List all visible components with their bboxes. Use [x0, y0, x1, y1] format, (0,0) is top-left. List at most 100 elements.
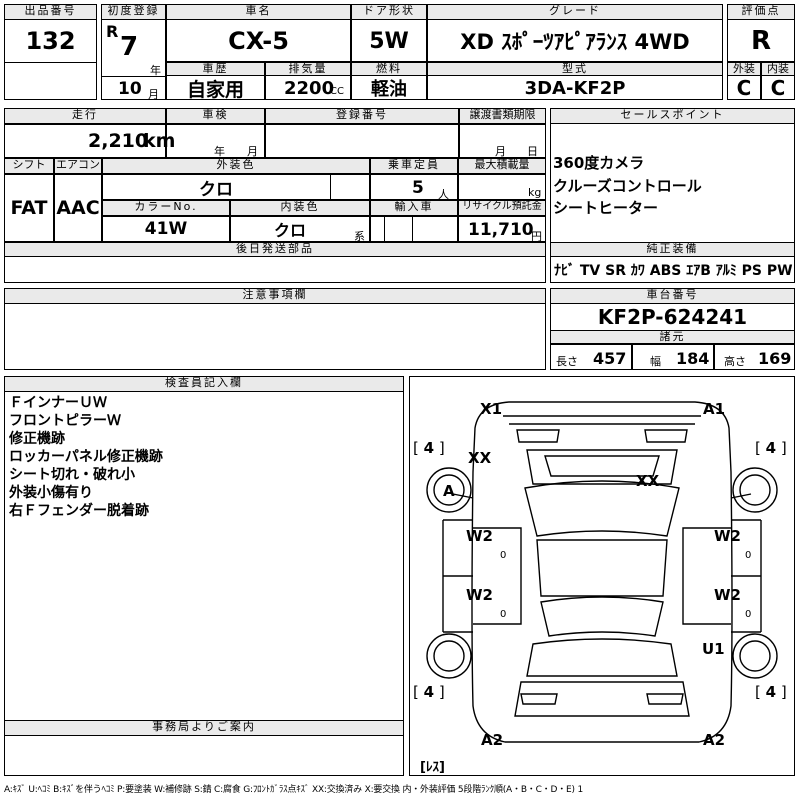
equipment-item: SR [605, 263, 627, 279]
int-color-label: 内装色 [230, 200, 370, 216]
equipment-item: ﾅﾋﾞ [554, 263, 575, 279]
mark-a2-left: A2 [481, 731, 504, 749]
ac-label: エアコン [54, 158, 102, 174]
score: R [750, 26, 772, 56]
inspector-line: ロッカーパネル修正機跡 [9, 449, 163, 465]
later-parts-label: 後日発送部品 [4, 242, 546, 257]
zero-mark: 0 [745, 609, 752, 620]
tire-bracket-fr: [ 4 ] [755, 439, 787, 457]
int-grade-label: 内装 [761, 62, 795, 76]
office-label: 事務局よりご案内 [4, 720, 404, 736]
dims-label: 諸元 [550, 330, 795, 344]
load-unit: kg [528, 186, 542, 199]
mark-xx-center: XX [636, 472, 660, 490]
color-no: 41W [144, 219, 188, 239]
sales-point: 360度カメラ [553, 154, 645, 172]
transfer-day-unit: 日 [527, 145, 538, 158]
reg-year: 7 [120, 32, 139, 62]
mark-xx-left: XX [468, 449, 492, 467]
sales-point: シートヒーター [553, 199, 659, 217]
lot-empty [4, 62, 97, 100]
equipment-label: 純正装備 [550, 242, 795, 257]
displacement-label: 排気量 [265, 62, 351, 76]
ac: AAC [56, 197, 100, 219]
history: 自家用 [186, 78, 244, 101]
equipment-item: TV [579, 263, 601, 279]
tire-bracket-rr: [ 4 ] [755, 683, 787, 701]
era: R [106, 22, 119, 41]
mark-u1: U1 [702, 640, 725, 658]
tire-rl: 4 [423, 683, 435, 701]
inspector-line: ＦインナーＵＷ [9, 395, 107, 411]
import-sub [384, 216, 413, 242]
height: 169 [758, 349, 792, 368]
inspector-line: 修正機跡 [9, 431, 65, 447]
equipment-item: ｱﾙﾐ [715, 263, 737, 279]
ext-grade-label: 外装 [727, 62, 761, 76]
color-no-label: カラーNo. [102, 200, 230, 216]
inspector-line: フロントピラーＷ [9, 413, 121, 429]
sales-point: クルーズコントロール [553, 177, 702, 195]
month-unit: 月 [148, 88, 159, 101]
equipment-item: ｴｱB [686, 263, 711, 279]
capacity-label: 乗車定員 [370, 158, 458, 174]
model: 3DA-KF2P [524, 77, 626, 99]
sales-label: セールスポイント [550, 108, 795, 124]
ext-color-sub [330, 174, 370, 200]
insp-year-unit: 年 [214, 145, 225, 158]
ext-color-label: 外装色 [102, 158, 370, 174]
mark-a1: A1 [703, 400, 726, 418]
lot-number: 132 [25, 27, 76, 55]
lot-label: 出品番号 [4, 4, 97, 20]
tire-bracket-fl: [ 4 ] [413, 439, 445, 457]
zero-mark: 0 [500, 609, 507, 620]
reg-no-label: 登録番号 [265, 108, 459, 124]
spare-tire: [ﾚｽ] [420, 760, 445, 775]
tire-rr: 4 [765, 683, 777, 701]
length: 457 [593, 349, 627, 368]
transfer-label: 譲渡書類期限 [459, 108, 546, 124]
inspector-notes: ＦインナーＵＷ フロントピラーＷ 修正機跡 ロッカーパネル修正機跡 シート切れ・… [9, 394, 163, 520]
mark-w2-fl: W2 [466, 527, 493, 545]
equipment-item: ABS [649, 263, 682, 279]
score-label: 評価点 [727, 4, 795, 20]
ext-color: クロ [199, 179, 233, 200]
displacement: 2200 [284, 78, 335, 99]
car-name-label: 車名 [166, 4, 351, 20]
inspector-line: シート切れ・破れ小 [9, 467, 135, 483]
height-label: 高さ [724, 355, 746, 368]
equipment-item: ｶﾜ [630, 263, 645, 279]
inspector-line: 外装小傷有り [9, 485, 93, 501]
notes-label: 注意事項欄 [4, 288, 546, 304]
legend: A:ｷｽﾞ U:ﾍｺﾐ B:ｷｽﾞを伴うﾍｺﾐ P:要塗装 W:補修跡 S:錆 … [4, 785, 583, 795]
transfer-month-unit: 月 [495, 145, 506, 158]
door-label: ドア形状 [351, 4, 427, 20]
int-color: クロ [273, 221, 306, 240]
fuel: 軽油 [371, 79, 407, 100]
first-reg-label: 初度登録 [101, 4, 166, 20]
fuel-label: 燃料 [351, 62, 427, 76]
inspector-label: 検査員記入欄 [4, 376, 404, 392]
mark-a2-right: A2 [703, 731, 726, 749]
mark-a: A [443, 482, 455, 500]
mark-w2-rl: W2 [466, 586, 493, 604]
car-outline-svg [426, 401, 778, 743]
mark-x1: X1 [480, 400, 503, 418]
zero-mark: 0 [500, 550, 507, 561]
door-type: 5W [369, 28, 409, 54]
inspection-label: 車検 [166, 108, 265, 124]
chassis-label: 車台番号 [550, 288, 795, 304]
tire-bracket-rl: [ 4 ] [413, 683, 445, 701]
tire-fl: 4 [423, 439, 435, 457]
mark-w2-rr: W2 [714, 586, 741, 604]
shift-label: シフト [4, 158, 54, 174]
reg-no-cell [265, 124, 459, 158]
grade: XD ｽﾎﾟｰﾂｱﾋﾟｱﾗﾝｽ 4WD [460, 30, 690, 54]
equipment-list: ﾅﾋﾞ TV SR ｶﾜ ABS ｴｱB ｱﾙﾐ PS PW [554, 260, 793, 280]
import-label: 輸入車 [370, 200, 458, 216]
length-label: 長さ [556, 355, 578, 368]
car-name: CX-5 [228, 27, 289, 55]
zero-mark: 0 [745, 550, 752, 561]
inspector-line: 右Ｆフェンダー脱着跡 [9, 503, 149, 519]
recycle: 11,710 [468, 220, 534, 240]
